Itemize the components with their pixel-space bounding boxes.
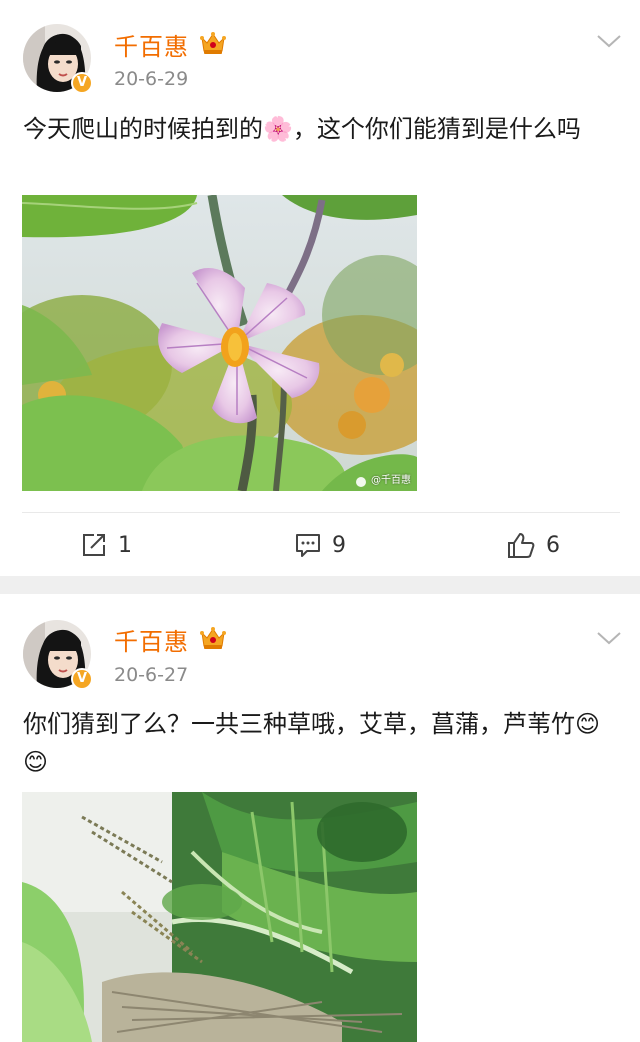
repost-button[interactable]: 1 — [80, 528, 132, 562]
avatar[interactable]: V — [23, 620, 93, 690]
crown-vip-icon[interactable] — [199, 30, 227, 56]
username[interactable]: 千百惠 — [114, 27, 189, 62]
verified-v-icon: V — [71, 668, 93, 690]
username[interactable]: 千百惠 — [114, 622, 189, 657]
post-time: 20-6-27 — [114, 664, 189, 686]
image-watermark: @千百惠 — [371, 475, 411, 486]
like-count: 6 — [546, 532, 560, 558]
share-icon — [83, 534, 105, 556]
comment-count: 9 — [332, 532, 346, 558]
divider — [22, 512, 620, 513]
post-text: 今天爬山的时候拍到的🌸，这个你们能猜到是什么吗 — [23, 115, 581, 143]
avatar[interactable]: V — [23, 24, 93, 94]
post-separator — [0, 576, 640, 594]
weibo-post: V 千百惠 20-6-29 今天爬山的时候拍到的🌸，这个你们能猜到是什么吗 @千… — [0, 0, 640, 576]
post-image-herbs[interactable] — [22, 792, 417, 1042]
thumbs-up-icon — [508, 533, 535, 558]
comment-icon — [296, 534, 320, 557]
chevron-down-icon[interactable] — [596, 33, 622, 49]
weibo-post: V 千百惠 20-6-27 你们猜到了么？一共三种草哦，艾草，菖蒲，芦苇竹😊😊 — [0, 594, 640, 1042]
crown-vip-icon[interactable] — [199, 625, 227, 651]
chevron-down-icon[interactable] — [596, 630, 622, 646]
repost-count: 1 — [118, 532, 132, 558]
comment-button[interactable]: 9 — [294, 528, 346, 562]
verified-v-icon: V — [71, 72, 93, 94]
post-image-flower[interactable]: @千百惠 — [22, 195, 417, 491]
post-time: 20-6-29 — [114, 68, 189, 90]
like-button[interactable]: 6 — [506, 528, 560, 562]
post-text: 你们猜到了么？一共三种草哦，艾草，菖蒲，芦苇竹😊😊 — [23, 710, 601, 776]
